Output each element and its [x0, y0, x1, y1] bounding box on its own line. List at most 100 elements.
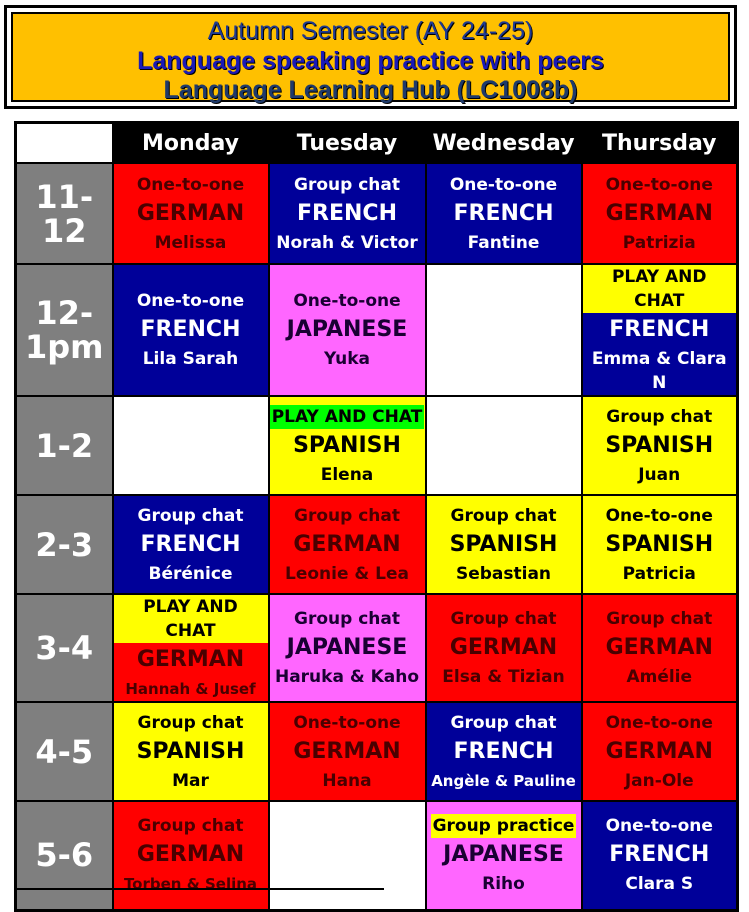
session-cell: Group practice JAPANESE Riho	[424, 800, 583, 911]
time-slot-row: 3-4 PLAY AND CHAT GERMAN Hannah & Jusef Grou…	[14, 593, 739, 703]
session-cell: Group chat GERMAN Amélie	[580, 593, 739, 703]
title-banner: Autumn Semester (AY 24-25) Language spea…	[4, 5, 737, 109]
time-slot-row: 2-3 Group chat FRENCH Bérénice Group chat GER…	[14, 494, 739, 595]
session-cell: One-to-one GERMAN Hana	[267, 701, 427, 802]
session-tutor: Norah & Victor	[276, 232, 418, 253]
session-tutor: Jan-Ole	[624, 770, 694, 791]
session-type: One-to-one	[136, 174, 245, 195]
session-tutor: Emma & Clara N	[591, 349, 727, 393]
session-type: PLAY AND CHAT	[113, 595, 268, 643]
session-tutor: Hannah & Jusef	[125, 680, 256, 698]
session-type: One-to-one	[136, 291, 245, 311]
session-tutor: Elsa & Tizian	[442, 667, 565, 687]
header-row: Monday Tuesday Wednesday Thursday	[14, 121, 739, 164]
time-slot-label: 12- 1pm	[14, 263, 114, 397]
session-tutor: Clara S	[625, 874, 694, 895]
empty-session-cell	[424, 263, 583, 397]
session-cell: Group chat GERMAN Elsa & Tizian	[424, 593, 583, 703]
session-cell: PLAY AND CHAT SPANISH Elena	[267, 395, 427, 496]
time-slot-row: 12- 1pm One-to-one FRENCH Lila Sarah One-to-…	[14, 263, 739, 397]
session-type: Group chat	[450, 505, 557, 526]
session-tutor: Elena	[320, 464, 374, 485]
session-language: GERMAN	[449, 635, 558, 660]
session-type: Group chat	[294, 505, 400, 526]
semester-title: Autumn Semester (AY 24-25)	[207, 17, 534, 45]
session-type: One-to-one	[293, 291, 401, 311]
schedule-table: Monday Tuesday Wednesday Thursday 11-12 O…	[14, 121, 739, 912]
session-language: FRENCH	[140, 531, 241, 557]
session-tutor: Riho	[482, 874, 525, 895]
session-language: GERMAN	[293, 738, 401, 764]
session-cell: Group chat GERMAN Leonie & Lea	[267, 494, 427, 595]
session-type: Group chat	[137, 816, 244, 837]
session-type: Group practice	[430, 814, 577, 839]
session-language: SPANISH	[293, 432, 401, 458]
session-type: One-to-one	[605, 505, 713, 526]
session-cell: Group chat FRENCH Bérénice	[111, 494, 270, 595]
session-language: GERMAN	[605, 635, 713, 660]
time-slot-label: 2-3	[14, 494, 114, 595]
day-header-wednesday: Wednesday	[424, 121, 583, 164]
session-cell: One-to-one FRENCH Clara S	[580, 800, 739, 911]
session-language: GERMAN	[293, 531, 401, 557]
session-type: Group chat	[294, 609, 400, 629]
bottom-border	[14, 888, 384, 894]
session-tutor: Lila Sarah	[142, 349, 239, 369]
session-tutor: Haruka & Kaho	[274, 667, 420, 687]
session-type: Group chat	[606, 406, 713, 427]
session-cell: Group chat SPANISH Juan	[580, 395, 739, 496]
session-type: One-to-one	[605, 816, 713, 837]
session-tutor: Mar	[172, 770, 209, 791]
session-cell: PLAY AND CHAT FRENCH Emma & Clara N	[580, 263, 739, 397]
day-header-monday: Monday	[111, 121, 270, 164]
session-tutor: Amélie	[626, 667, 693, 687]
title-banner-inner: Autumn Semester (AY 24-25) Language spea…	[11, 12, 730, 104]
session-type: One-to-one	[605, 712, 713, 733]
day-header-tuesday: Tuesday	[267, 121, 427, 164]
session-type: PLAY AND CHAT	[269, 404, 425, 429]
session-tutor: Leonie & Lea	[285, 563, 409, 584]
session-cell: Group chat JAPANESE Haruka & Kaho	[267, 593, 427, 703]
session-type: One-to-one	[449, 174, 558, 195]
session-cell: One-to-one GERMAN Melissa	[111, 162, 270, 265]
session-cell: PLAY AND CHAT GERMAN Hannah & Jusef	[111, 593, 270, 703]
session-type: Group chat	[450, 712, 557, 733]
session-type: Group chat	[137, 505, 244, 526]
session-type: One-to-one	[293, 712, 401, 733]
session-language: JAPANESE	[286, 635, 408, 660]
session-language: FRENCH	[140, 317, 241, 342]
empty-session-cell	[424, 395, 583, 496]
session-cell: Group chat SPANISH Sebastian	[424, 494, 583, 595]
session-cell: One-to-one FRENCH Fantine	[424, 162, 583, 265]
session-cell: One-to-one JAPANESE Yuka	[267, 263, 427, 397]
time-slot-label: 3-4	[14, 593, 114, 703]
session-type: Group chat	[450, 609, 557, 629]
session-type: Group chat	[137, 712, 244, 733]
session-language: SPANISH	[449, 531, 558, 557]
session-tutor: Patricia	[622, 563, 696, 584]
session-tutor: Juan	[638, 464, 681, 485]
session-tutor: Bérénice	[148, 563, 233, 584]
session-tutor: Fantine	[467, 232, 540, 253]
session-language: GERMAN	[136, 842, 245, 868]
time-slot-row: 4-5 Group chat SPANISH Mar One-to-one GERMAN H…	[14, 701, 739, 802]
session-cell: Group chat FRENCH Norah & Victor	[267, 162, 427, 265]
session-language: GERMAN	[136, 647, 245, 672]
day-header-thursday: Thursday	[580, 121, 739, 164]
time-slot-row: 1-2 PLAY AND CHAT SPANISH Elena Group chat SP…	[14, 395, 739, 496]
session-type: PLAY AND CHAT	[582, 265, 736, 313]
session-cell: One-to-one GERMAN Patrizia	[580, 162, 739, 265]
session-cell: One-to-one FRENCH Lila Sarah	[111, 263, 270, 397]
session-language: FRENCH	[297, 200, 397, 226]
session-language: GERMAN	[136, 200, 245, 226]
session-language: JAPANESE	[286, 317, 408, 342]
session-language: GERMAN	[605, 200, 713, 226]
session-type: Group chat	[294, 174, 400, 195]
session-tutor: Melissa	[154, 232, 227, 253]
time-slot-label: 4-5	[14, 701, 114, 802]
session-cell: One-to-one GERMAN Jan-Ole	[580, 701, 739, 802]
session-language: FRENCH	[609, 842, 710, 868]
session-language: FRENCH	[453, 738, 554, 764]
session-cell: Group chat FRENCH Angèle & Pauline	[424, 701, 583, 802]
session-language: JAPANESE	[443, 842, 564, 868]
